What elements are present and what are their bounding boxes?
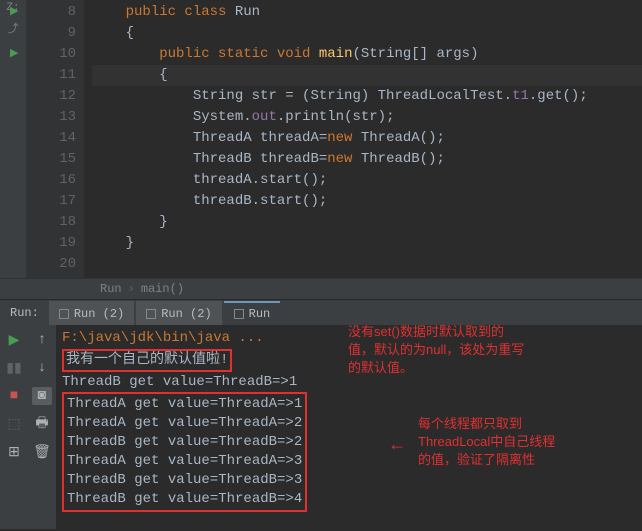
- line-number: 11: [26, 65, 76, 86]
- line-number: 10: [59, 46, 76, 62]
- rerun-icon[interactable]: ▶: [4, 331, 24, 349]
- line-number: 18: [26, 212, 76, 233]
- pause-icon[interactable]: ▮▮: [4, 359, 24, 377]
- line-number: 16: [26, 170, 76, 191]
- run-gutter-icon[interactable]: ▶: [10, 44, 18, 65]
- line-number: 19: [26, 233, 76, 254]
- run-tab-active[interactable]: Run: [224, 301, 281, 325]
- chevron-icon: ›: [128, 282, 135, 296]
- console-line: ThreadA get value=ThreadA=>2: [67, 414, 302, 433]
- run-panel-body: ▶ ▮▮ ■ ⬚ ⊞ ↑ ↓ ◙ 🖶 🗑 F:\java\jdk\bin\jav…: [0, 325, 642, 529]
- console-command: F:\java\jdk\bin\java ...: [62, 330, 264, 346]
- down-icon[interactable]: ↓: [32, 359, 52, 377]
- code-content[interactable]: public class Run { public static void ma…: [84, 0, 642, 278]
- annotation-note: 每个线程都只取到ThreadLocal中自己线程的值，验证了隔离性: [418, 415, 638, 469]
- config-icon: [59, 309, 69, 319]
- config-icon: [146, 309, 156, 319]
- line-number: 12: [26, 86, 76, 107]
- screenshot-icon[interactable]: ◙: [32, 387, 52, 405]
- run-label: Run:: [0, 306, 49, 320]
- console-line: ThreadA get value=ThreadA=>1: [67, 395, 302, 414]
- dump-icon[interactable]: ⬚: [4, 415, 24, 433]
- arrow-left-icon: ←: [388, 435, 406, 455]
- config-icon: [234, 309, 244, 319]
- run-toolbar-secondary: ↑ ↓ ◙ 🖶 🗑: [28, 325, 56, 529]
- print-icon[interactable]: 🖶: [32, 415, 52, 433]
- breadcrumb[interactable]: Run › main(): [0, 278, 642, 299]
- annotation-note: 没有set()数据时默认取到的值，默认的为null，该处为重写的默认值。: [348, 323, 638, 377]
- line-number: 8: [68, 4, 76, 20]
- code-editor: Z: ⤴ ▶8 9 ▶10 11 12 13 14 15 16 17 18 19…: [0, 0, 642, 278]
- console-line: ThreadA get value=ThreadA=>3: [67, 452, 302, 471]
- layout-icon[interactable]: ⊞: [4, 443, 24, 461]
- line-number-gutter: ▶8 9 ▶10 11 12 13 14 15 16 17 18 19 20: [26, 0, 84, 278]
- line-number: 20: [26, 254, 76, 275]
- highlight-box-group: ThreadA get value=ThreadA=>1ThreadA get …: [62, 392, 307, 512]
- run-gutter-icon[interactable]: ▶: [10, 2, 18, 23]
- run-toolbar-left: ▶ ▮▮ ■ ⬚ ⊞: [0, 325, 28, 529]
- stop-icon[interactable]: ■: [4, 387, 24, 405]
- console-line: ThreadB get value=ThreadB=>3: [67, 471, 302, 490]
- run-panel-header: Run: Run (2) Run (2) Run: [0, 299, 642, 325]
- breadcrumb-method[interactable]: main(): [141, 282, 184, 296]
- run-tab[interactable]: Run (2): [136, 301, 221, 325]
- line-number: 17: [26, 191, 76, 212]
- console-line: ThreadB get value=ThreadB=>2: [67, 433, 302, 452]
- line-number: 14: [26, 128, 76, 149]
- line-number: 9: [26, 23, 76, 44]
- highlight-box: 我有一个自己的默认值啦!: [62, 349, 232, 372]
- up-icon[interactable]: ↑: [32, 331, 52, 349]
- line-number: 13: [26, 107, 76, 128]
- run-tab[interactable]: Run (2): [49, 301, 134, 325]
- console-line: ThreadB get value=ThreadB=>4: [67, 490, 302, 509]
- trash-icon[interactable]: 🗑: [32, 443, 52, 461]
- breadcrumb-class[interactable]: Run: [100, 282, 122, 296]
- left-tool-gutter: Z: ⤴: [0, 0, 26, 278]
- line-number: 15: [26, 149, 76, 170]
